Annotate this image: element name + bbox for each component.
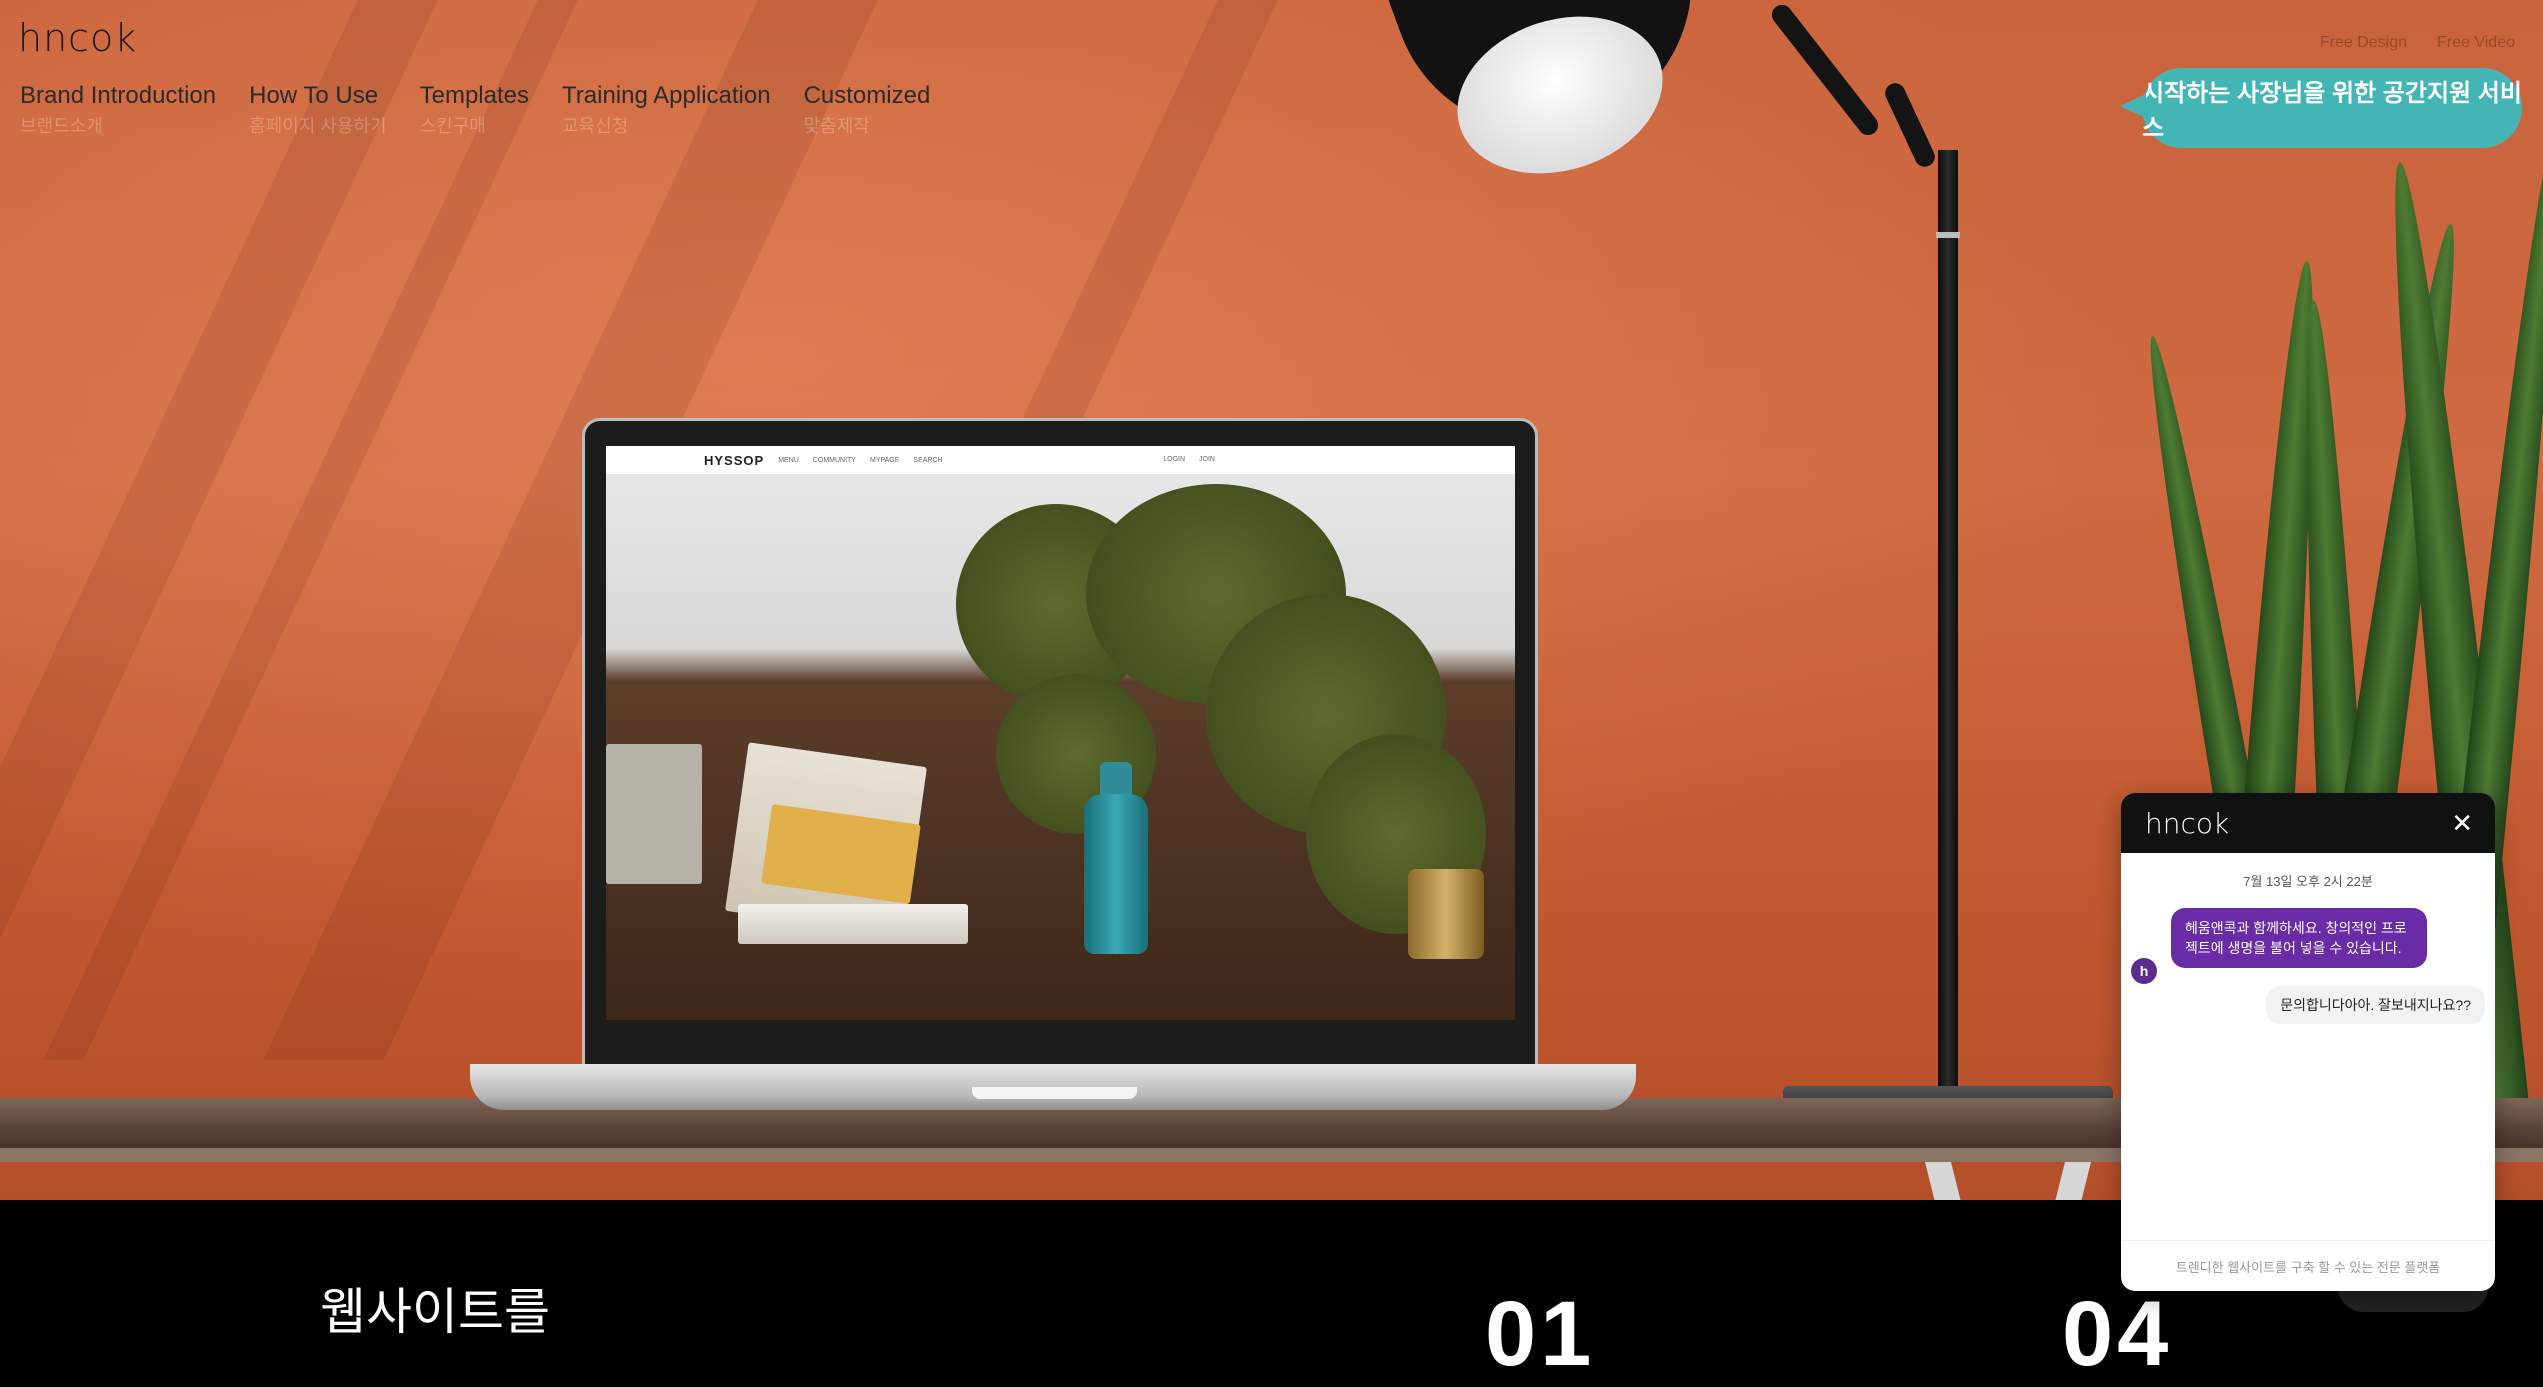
user-message-bubble: 문의합니다아아. 잘보내지나요?? bbox=[2266, 986, 2485, 1024]
step-number: 04 bbox=[2062, 1283, 2173, 1385]
section-title: 웹사이트를 bbox=[320, 1284, 550, 1340]
nav-sublabel: 홈페이지 사용하기 bbox=[249, 116, 387, 136]
site-menu-item: COMMUNITY bbox=[812, 456, 856, 464]
chat-widget: hncok ✕ 7월 13일 오후 2시 22분 h 헤움앤콕과 함께하세요. … bbox=[2121, 793, 2495, 1291]
vase bbox=[1084, 794, 1148, 954]
nav-sublabel: 교육신청 bbox=[562, 116, 629, 136]
nav-item-how-to-use[interactable]: How To Use 홈페이지 사용하기 bbox=[249, 82, 386, 138]
nav-label: Training Application bbox=[562, 82, 771, 109]
nav-item-customized[interactable]: Customized 맞춤제작 bbox=[804, 82, 931, 138]
close-icon[interactable]: ✕ bbox=[2451, 808, 2473, 839]
nav-item-brand-introduction[interactable]: Brand Introduction 브랜드소개 bbox=[20, 82, 216, 138]
book bbox=[606, 744, 702, 884]
site-join: JOIN bbox=[1199, 456, 1215, 463]
laptop-screen: HYSSOP MENU COMMUNITY MYPAGE SEARCH LOGI… bbox=[606, 446, 1515, 1020]
chat-logo: hncok bbox=[2145, 806, 2230, 840]
agent-message-row: h 헤움앤콕과 함께하세요. 창의적인 프로젝트에 생명을 불어 넣을 수 있습… bbox=[2121, 908, 2495, 984]
table-leg bbox=[1925, 1162, 1961, 1200]
chat-timestamp: 7월 13일 오후 2시 22분 bbox=[2243, 874, 2373, 889]
user-message-row: 문의합니다아아. 잘보내지나요?? bbox=[2121, 986, 2495, 1026]
site-hero-photo bbox=[606, 474, 1515, 1020]
nav-sublabel: 브랜드소개 bbox=[20, 116, 103, 136]
site-brand: HYSSOP bbox=[704, 452, 765, 468]
nav-label: Brand Introduction bbox=[20, 82, 217, 109]
nav-label: Templates bbox=[419, 82, 529, 109]
free-design-link[interactable]: Free Design bbox=[2320, 34, 2407, 52]
main-nav: Brand Introduction 브랜드소개 How To Use 홈페이지… bbox=[20, 82, 930, 138]
agent-avatar: h bbox=[2131, 958, 2157, 984]
top-links: Free Design Free Video bbox=[2320, 34, 2515, 52]
laptop-notch bbox=[972, 1087, 1137, 1099]
chat-header: hncok ✕ bbox=[2121, 793, 2495, 853]
lamp-arm bbox=[1881, 79, 1939, 171]
agent-message-bubble: 헤움앤콕과 함께하세요. 창의적인 프로젝트에 생명을 불어 넣을 수 있습니다… bbox=[2171, 908, 2427, 968]
site-menu-item: SEARCH bbox=[913, 456, 943, 464]
nav-label: How To Use bbox=[249, 82, 379, 109]
nav-label: Customized bbox=[803, 82, 931, 109]
lamp-ring bbox=[1936, 232, 1960, 238]
lamp-arm bbox=[1767, 0, 1883, 140]
lamp-pole bbox=[1938, 150, 1958, 1090]
book bbox=[738, 904, 968, 944]
table-leg bbox=[2055, 1162, 2091, 1200]
cup bbox=[1408, 869, 1484, 959]
step-number: 01 bbox=[1485, 1283, 1596, 1385]
site-menu-item: MENU bbox=[778, 456, 799, 464]
nav-item-templates[interactable]: Templates 스킨구매 bbox=[420, 82, 529, 138]
nav-item-training-application[interactable]: Training Application 교육신청 bbox=[562, 82, 771, 138]
promo-speech-bubble[interactable]: 시작하는 사장님을 위한 공간지원 서비스 bbox=[2120, 68, 2522, 148]
brand-logo[interactable]: hncok bbox=[18, 16, 137, 60]
nav-sublabel: 스킨구매 bbox=[419, 116, 486, 136]
site-login: LOGIN bbox=[1163, 456, 1186, 463]
free-video-link[interactable]: Free Video bbox=[2437, 34, 2515, 52]
chat-input[interactable]: 트렌디한 웹사이트를 구축 할 수 있는 전문 플랫폼 bbox=[2121, 1240, 2495, 1291]
site-header: HYSSOP MENU COMMUNITY MYPAGE SEARCH LOGI… bbox=[606, 446, 1515, 475]
nav-sublabel: 맞춤제작 bbox=[803, 116, 870, 136]
site-menu-item: MYPAGE bbox=[869, 456, 900, 464]
